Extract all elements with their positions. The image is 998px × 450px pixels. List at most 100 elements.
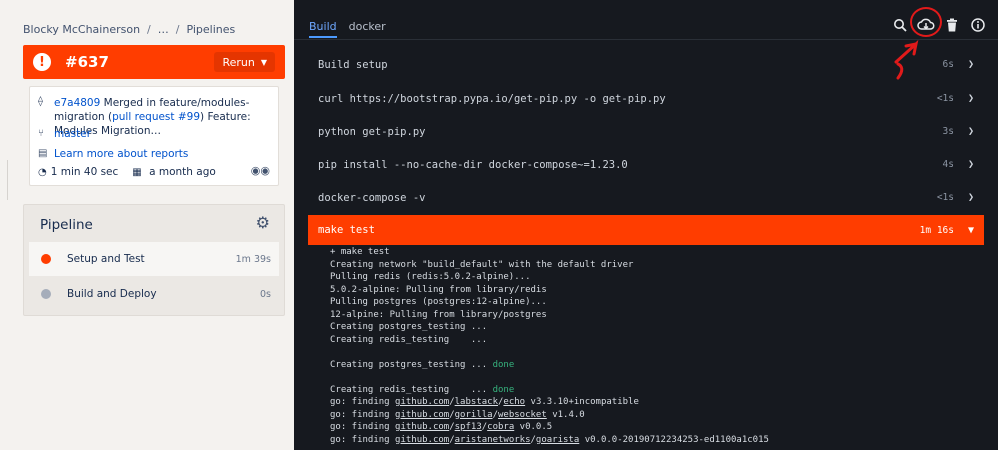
branch-row: ⑂ master <box>38 128 91 140</box>
command-text: docker-compose -v <box>318 191 426 204</box>
breadcrumb: Blocky McChainerson /… / Pipelines <box>23 23 236 36</box>
breadcrumb-ellipsis[interactable]: … <box>158 23 169 36</box>
log-link[interactable]: spf13 <box>455 422 482 432</box>
rerun-label: Rerun <box>222 55 255 69</box>
log-line: go: finding github.com/labstack/echo v3.… <box>330 396 769 409</box>
log-link[interactable]: github.com <box>395 435 449 445</box>
annotation-arrow <box>894 40 919 80</box>
log-link[interactable]: github.com <box>395 410 449 420</box>
command-text: curl https://bootstrap.pypa.io/get-pip.p… <box>318 92 666 105</box>
log-line: go: finding github.com/spf13/cobra v0.0.… <box>330 421 769 434</box>
command-row[interactable]: curl https://bootstrap.pypa.io/get-pip.p… <box>308 82 984 115</box>
log-link[interactable]: websocket <box>498 410 547 420</box>
log-line: Pulling redis (redis:5.0.2-alpine)... <box>330 272 531 282</box>
log-link[interactable]: github.com <box>395 397 449 407</box>
command-row[interactable]: pip install --no-cache-dir docker-compos… <box>308 148 984 181</box>
build-duration: 1 min 40 sec <box>50 166 119 178</box>
clock-icon: ◔ <box>38 166 47 178</box>
log-link[interactable]: echo <box>503 397 525 407</box>
step-name: Setup and Test <box>67 253 145 265</box>
command-duration: 6s <box>942 59 954 70</box>
chevron-right-icon: ❯ <box>967 93 974 104</box>
log-link[interactable]: labstack <box>455 397 498 407</box>
branch-icon: ⑂ <box>38 128 44 139</box>
log-line: Creating redis_testing ... done <box>330 384 769 397</box>
chevron-down-icon: ▼ <box>967 224 974 236</box>
sidebar-edge <box>0 160 8 200</box>
log-text: go: finding <box>330 422 396 432</box>
command-duration: 1m 16s <box>919 224 954 236</box>
log-link[interactable]: aristanetworks <box>455 435 531 445</box>
log-line: Creating redis_testing ... <box>330 334 488 345</box>
chevron-down-icon: ▼ <box>260 57 267 67</box>
build-status-bar: ! #637 Rerun ▼ <box>23 45 285 79</box>
log-tabs: Build docker <box>309 20 398 38</box>
branch-link[interactable]: master <box>54 128 91 140</box>
log-link[interactable]: goarista <box>536 435 579 445</box>
chevron-right-icon: ❯ <box>967 192 974 203</box>
log-link[interactable]: github.com <box>395 422 449 432</box>
tab-build[interactable]: Build <box>309 20 337 38</box>
trash-icon[interactable] <box>940 14 964 36</box>
log-line: go: finding github.com/gorilla/websocket… <box>330 409 769 422</box>
command-text: pip install --no-cache-dir docker-compos… <box>318 158 628 171</box>
calendar-icon: ▦ <box>132 167 142 178</box>
breadcrumb-owner[interactable]: Blocky McChainerson <box>23 23 140 36</box>
pull-request-link[interactable]: pull request #99 <box>112 111 200 123</box>
search-icon[interactable] <box>888 14 912 36</box>
log-text: v1.4.0 <box>546 409 585 420</box>
command-row[interactable]: python get-pip.py 3s ❯ <box>308 115 984 148</box>
log-text: go: finding <box>330 409 396 420</box>
step-pending-icon <box>41 289 51 299</box>
command-text: Build setup <box>318 58 388 71</box>
log-link[interactable]: cobra <box>487 422 514 432</box>
commit-hash-link[interactable]: e7a4809 <box>54 97 100 109</box>
log-line: + make test <box>330 247 390 257</box>
breadcrumb-current[interactable]: Pipelines <box>186 23 235 36</box>
log-text: Creating redis_testing ... <box>330 384 493 395</box>
log-text: Creating postgres_testing ... <box>330 359 493 370</box>
left-panel: Blocky McChainerson /… / Pipelines ! #637 R… <box>0 0 294 450</box>
duration-row: ◔ 1 min 40 sec ▦ a month ago <box>38 166 216 178</box>
alert-icon: ! <box>33 53 51 71</box>
log-line: go: finding github.com/aristanetworks/go… <box>330 434 769 447</box>
log-line: Creating postgres_testing ... done <box>330 359 769 372</box>
step-duration: 0s <box>260 288 271 300</box>
command-row[interactable]: Build setup 6s ❯ <box>308 48 984 81</box>
command-duration: 3s <box>942 126 954 137</box>
log-line: Pulling postgres (postgres:12-alpine)... <box>330 297 547 307</box>
command-text: python get-pip.py <box>318 125 426 138</box>
done-status: done <box>492 384 515 395</box>
eyes-icon[interactable]: ◉◉ <box>251 164 270 177</box>
command-duration: 4s <box>942 159 954 170</box>
command-text: make test <box>318 224 375 236</box>
log-text: v0.0.5 <box>514 422 553 432</box>
command-row-active[interactable]: make test 1m 16s ▼ <box>308 215 984 245</box>
command-row[interactable]: docker-compose -v <1s ❯ <box>308 181 984 214</box>
log-output: + make test Creating network "build_defau… <box>330 246 769 446</box>
gear-icon[interactable]: ⚙ <box>256 213 270 232</box>
pipeline-step-setup-and-test[interactable]: Setup and Test 1m 39s <box>29 242 279 276</box>
step-duration: 1m 39s <box>235 253 271 265</box>
build-date: a month ago <box>149 166 216 178</box>
log-link[interactable]: gorilla <box>455 410 493 420</box>
log-text: go: finding <box>330 434 396 445</box>
info-icon[interactable] <box>966 14 990 36</box>
annotation-circle <box>910 7 942 37</box>
log-line: 5.0.2-alpine: Pulling from library/redis <box>330 284 547 295</box>
done-status: done <box>492 359 515 370</box>
chevron-right-icon: ❯ <box>967 126 974 137</box>
build-number: #637 <box>65 53 109 71</box>
log-text: go: finding <box>330 397 396 407</box>
tab-docker[interactable]: docker <box>349 20 386 38</box>
command-duration: <1s <box>936 192 954 203</box>
pipeline-step-build-and-deploy[interactable]: Build and Deploy 0s <box>29 277 279 311</box>
rerun-button[interactable]: Rerun ▼ <box>214 52 275 72</box>
reports-link[interactable]: Learn more about reports <box>54 148 188 160</box>
log-line: Creating postgres_testing ... <box>330 322 488 332</box>
log-text: v0.0.0-20190712234253-ed1100a1c015 <box>579 434 769 445</box>
log-line: 12-alpine: Pulling from library/postgres <box>330 309 547 320</box>
reports-row: ▤ Learn more about reports <box>38 148 188 160</box>
reports-icon: ▤ <box>38 148 48 159</box>
step-name: Build and Deploy <box>67 288 157 300</box>
